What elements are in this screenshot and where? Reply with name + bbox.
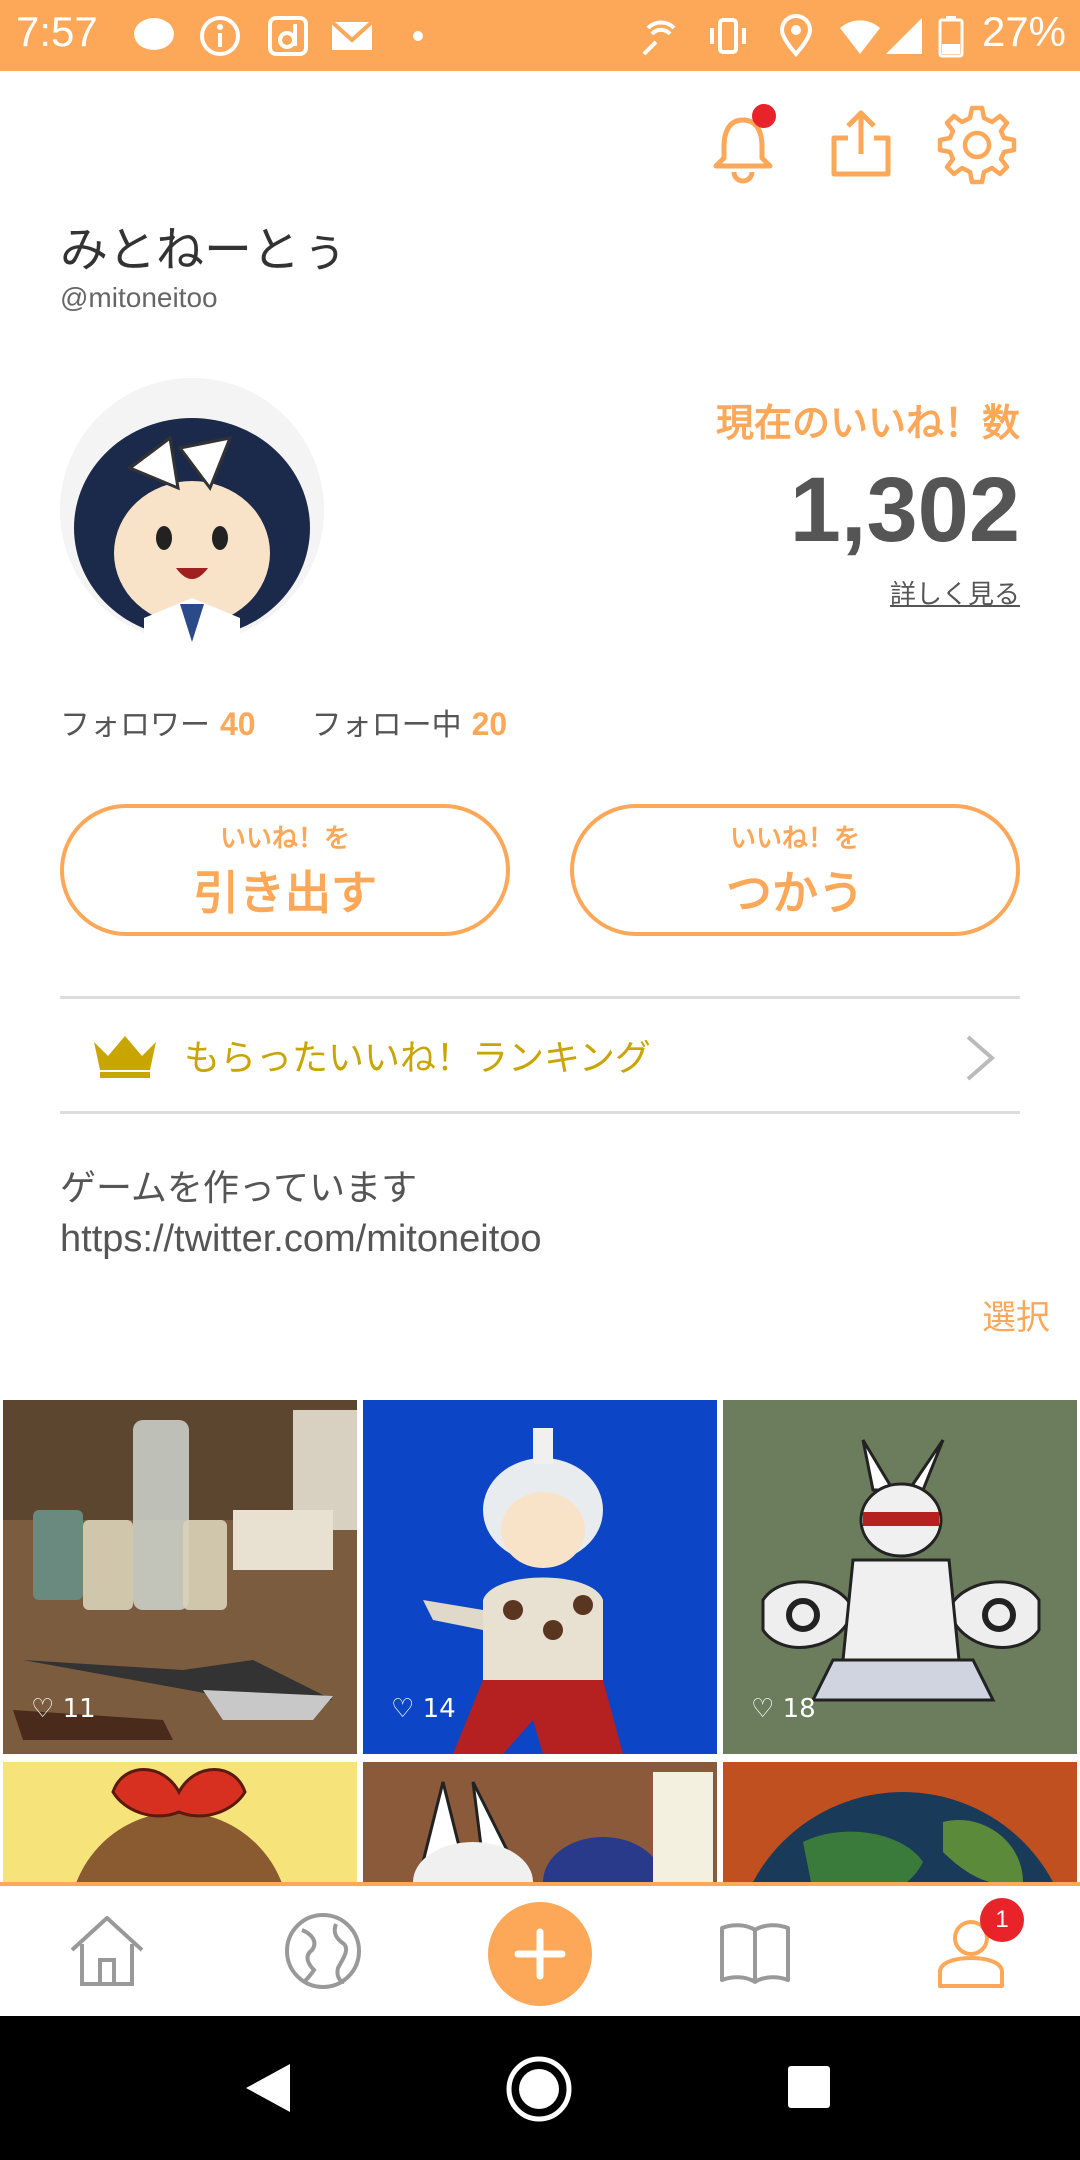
post-grid: ♡ 11 ♡ 14 ♡ 18 xyxy=(0,1400,1080,1882)
recents-icon[interactable] xyxy=(786,2064,832,2110)
post-likes-count: 18 xyxy=(782,1694,816,1724)
post-likes: ♡ 14 xyxy=(391,1694,456,1724)
bell-icon[interactable] xyxy=(702,104,784,186)
post-tile[interactable] xyxy=(363,1762,717,1882)
line-app-icon xyxy=(134,18,174,50)
crown-icon xyxy=(94,1036,156,1078)
following-label: フォロー中 xyxy=(311,708,462,743)
followers-count: 40 xyxy=(220,706,256,742)
select-button[interactable]: 選択 xyxy=(982,1290,1050,1339)
post-likes: ♡ 11 xyxy=(31,1694,96,1724)
post-tile[interactable] xyxy=(723,1762,1077,1882)
withdraw-likes-button[interactable]: いいね！を 引き出す xyxy=(60,804,510,936)
use-likes-button[interactable]: いいね！を つかう xyxy=(570,804,1020,936)
d-app-icon xyxy=(268,16,308,56)
post-tile[interactable]: ♡ 18 xyxy=(723,1400,1077,1754)
post-image xyxy=(363,1762,717,1882)
followers-stat[interactable]: フォロワー 40 xyxy=(60,700,256,744)
vibrate-icon xyxy=(710,18,746,54)
use-small-label: いいね！を xyxy=(729,823,860,854)
mail-icon xyxy=(330,20,374,50)
notification-badge: 1 xyxy=(980,1898,1024,1942)
withdraw-big-label: 引き出す xyxy=(193,865,377,920)
post-tile[interactable]: ♡ 14 xyxy=(363,1400,717,1754)
post-tile[interactable] xyxy=(3,1762,357,1882)
likes-detail-link[interactable]: 詳しく見る xyxy=(890,574,1020,611)
heart-icon: ♡ xyxy=(751,1694,783,1724)
withdraw-small-label: いいね！を xyxy=(219,823,350,854)
user-id: @mitoneitoo xyxy=(60,282,218,313)
likes-label: 現在のいいね！数 xyxy=(715,401,1020,445)
bio-text: ゲームを作っています xyxy=(60,1168,418,1209)
wifi-icon xyxy=(840,20,880,54)
globe-icon[interactable] xyxy=(278,1906,368,1996)
plus-icon xyxy=(514,1928,566,1980)
battery-icon xyxy=(938,16,964,58)
avatar-illustration xyxy=(60,378,324,642)
status-time: 7:57 xyxy=(16,8,98,55)
post-image xyxy=(3,1762,357,1882)
following-count: 20 xyxy=(471,706,508,742)
ranking-row[interactable]: もらったいいね！ランキング xyxy=(60,996,1020,1114)
post-tile[interactable]: ♡ 11 xyxy=(3,1400,357,1754)
post-button[interactable] xyxy=(488,1902,592,2006)
nfc-icon xyxy=(642,20,676,56)
home-icon[interactable] xyxy=(62,1906,152,1996)
heart-icon: ♡ xyxy=(31,1694,63,1724)
avatar[interactable] xyxy=(60,378,324,642)
tab-bar: 1 xyxy=(0,1882,1080,2016)
post-likes-count: 14 xyxy=(422,1694,456,1724)
system-nav-bar xyxy=(0,2016,1080,2160)
gear-icon[interactable] xyxy=(936,104,1018,186)
status-bar: 7:57 27% xyxy=(0,0,1080,71)
followers-label: フォロワー xyxy=(60,708,210,743)
battery-percent: 27% xyxy=(981,8,1066,55)
back-icon[interactable] xyxy=(240,2060,296,2116)
post-image xyxy=(723,1762,1077,1882)
post-likes: ♡ 18 xyxy=(751,1694,816,1724)
post-likes-count: 11 xyxy=(62,1694,96,1724)
display-name: みとねーとぅ xyxy=(60,222,349,278)
dot-icon xyxy=(413,31,423,41)
heart-icon: ♡ xyxy=(391,1694,423,1724)
location-icon xyxy=(779,14,813,58)
info-icon xyxy=(200,16,240,56)
signal-icon xyxy=(886,18,922,54)
use-big-label: つかう xyxy=(726,865,864,920)
ranking-label: もらったいいね！ランキング xyxy=(184,1038,651,1079)
likes-count: 1,302 xyxy=(789,459,1020,561)
follow-stats: フォロワー 40 フォロー中 20 xyxy=(60,700,507,744)
share-icon[interactable] xyxy=(820,104,902,186)
bio-url[interactable]: https://twitter.com/mitoneitoo xyxy=(60,1214,542,1264)
following-stat[interactable]: フォロー中 20 xyxy=(312,700,508,744)
chevron-right-icon xyxy=(966,1035,996,1081)
home-nav-icon[interactable] xyxy=(504,2054,574,2124)
book-icon[interactable] xyxy=(710,1906,800,1996)
bio: ゲームを作っています https://twitter.com/mitoneito… xyxy=(60,1164,542,1264)
